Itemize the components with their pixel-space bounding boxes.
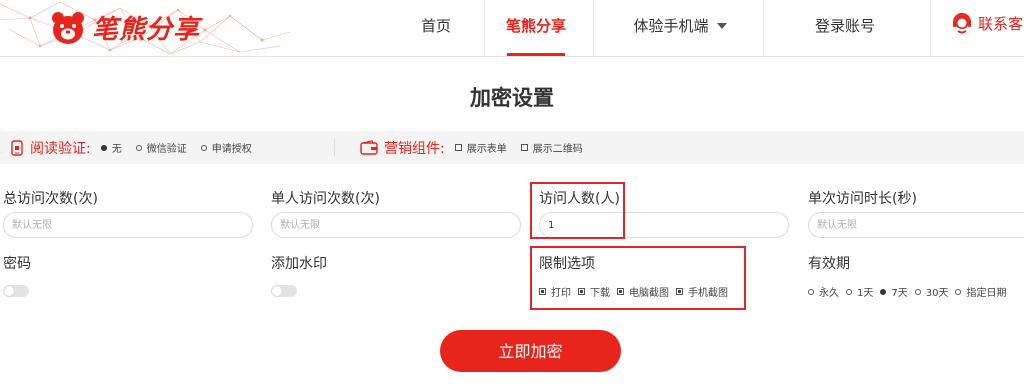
contact-label: 联系客	[978, 14, 1024, 33]
watermark-toggle[interactable]	[271, 285, 297, 297]
read-verify-label: 阅读验证:	[30, 140, 91, 157]
verify-option-apply[interactable]: 申请授权	[200, 140, 252, 155]
phone-lock-icon	[11, 139, 23, 156]
radio-unselected	[808, 288, 814, 295]
watermark-label: 添加水印	[271, 256, 327, 272]
marketing-option-form[interactable]: 展示表单	[454, 140, 507, 155]
validity-options: 永久 1天 7天 30天 指定日期	[808, 284, 1013, 299]
option-label: 申请授权	[211, 144, 252, 155]
validity-7days[interactable]: 7天	[880, 284, 908, 299]
checkbox	[520, 144, 528, 151]
option-label: 指定日期	[966, 288, 1007, 299]
nav-divider	[593, 0, 594, 56]
marketing-label: 营销组件:	[384, 140, 445, 157]
validity-forever[interactable]: 永久	[808, 284, 839, 299]
bar-divider	[334, 139, 335, 156]
nav-mobile-label: 体验手机端	[633, 17, 709, 35]
option-label: 永久	[819, 288, 839, 299]
validity-30days[interactable]: 30天	[914, 284, 949, 299]
nav-home[interactable]: 首页	[410, 0, 462, 56]
single-visits-label: 单人访问次数(次)	[271, 191, 380, 207]
option-label: 展示二维码	[532, 144, 583, 155]
option-label: 无	[111, 144, 122, 155]
nav-divider	[763, 0, 764, 56]
radio-unselected	[955, 288, 962, 295]
option-label: 30天	[925, 288, 949, 299]
radio-unselected	[846, 288, 852, 295]
total-visits-label: 总访问次数(次)	[3, 191, 98, 207]
duration-input[interactable]	[808, 212, 1024, 238]
radio-unselected	[135, 144, 142, 151]
verify-option-none[interactable]: 无	[100, 140, 122, 155]
validity-1day[interactable]: 1天	[846, 284, 873, 299]
wallet-icon	[360, 140, 378, 155]
customer-service-icon	[953, 13, 971, 34]
options-bar: 阅读验证: 无 微信验证 申请授权 营销组件: 展示表单 展示二维码	[0, 131, 1024, 164]
bear-logo-icon	[52, 11, 84, 44]
read-verify-group: 阅读验证: 无 微信验证 申请授权	[10, 131, 266, 164]
nav-login[interactable]: 登录账号	[808, 0, 882, 56]
radio-selected	[880, 288, 887, 295]
option-label: 1天	[857, 288, 874, 299]
nav-mobile-experience[interactable]: 体验手机端	[628, 0, 732, 56]
nav-divider	[930, 0, 931, 56]
brand-logo[interactable]: 笔熊分享	[50, 9, 200, 46]
checkbox	[454, 144, 462, 151]
option-label: 展示表单	[466, 144, 507, 155]
contact-service-link[interactable]: 联系客	[952, 12, 1023, 34]
radio-unselected	[914, 288, 921, 295]
validity-custom-date[interactable]: 指定日期	[955, 284, 1006, 299]
option-label: 7天	[891, 288, 908, 299]
marketing-option-qrcode[interactable]: 展示二维码	[520, 140, 583, 155]
nav-divider	[484, 0, 485, 56]
chevron-down-icon	[716, 22, 727, 29]
nav-bixiong-share[interactable]: 笔熊分享	[503, 0, 569, 56]
radio-selected	[100, 144, 107, 151]
password-toggle[interactable]	[3, 285, 29, 297]
validity-label: 有效期	[808, 256, 850, 272]
brand-name: 笔熊分享	[92, 15, 201, 45]
highlight-box-restrict	[530, 246, 746, 310]
single-visits-input[interactable]	[271, 212, 521, 238]
verify-option-wechat[interactable]: 微信验证	[135, 140, 187, 155]
radio-unselected	[200, 144, 207, 151]
top-header: 笔熊分享 首页 笔熊分享 体验手机端 登录账号 联系客	[0, 0, 1024, 57]
total-visits-input[interactable]	[3, 212, 253, 238]
highlight-box-visitors	[530, 182, 625, 239]
encrypt-now-button[interactable]: 立即加密	[440, 330, 621, 372]
marketing-group: 营销组件: 展示表单 展示二维码	[360, 131, 597, 164]
duration-label: 单次访问时长(秒)	[808, 191, 917, 207]
password-label: 密码	[3, 256, 31, 272]
page-title: 加密设置	[470, 86, 554, 110]
option-label: 微信验证	[146, 144, 187, 155]
